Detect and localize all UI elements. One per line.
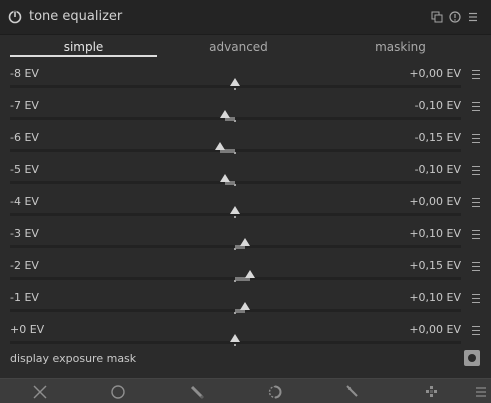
- slider-thumb[interactable]: [219, 173, 231, 183]
- menu-icon[interactable]: [467, 11, 479, 23]
- slider-menu-icon[interactable]: [472, 198, 480, 207]
- slider-thumb[interactable]: [239, 237, 251, 247]
- slider-value: +0,10 EV: [409, 291, 461, 304]
- slider-thumb[interactable]: [244, 269, 256, 279]
- drawing-icon[interactable]: [267, 384, 283, 400]
- presets-icon[interactable]: [431, 11, 443, 23]
- display-mask-toggle[interactable]: [464, 350, 480, 366]
- slider-value: -0,15 EV: [414, 131, 461, 144]
- bottom-toolbar: [0, 378, 491, 403]
- brush-icon[interactable]: [345, 384, 361, 400]
- slider-row: +0 EV +0,00 EV: [0, 323, 491, 355]
- slider-center-tick: [234, 280, 236, 282]
- slider-center-tick: [234, 184, 236, 186]
- module-header: tone equalizer: [0, 0, 491, 35]
- slider-row: -8 EV +0,00 EV: [0, 67, 491, 99]
- slider-label: -7 EV: [10, 99, 39, 112]
- slider-row: -3 EV +0,10 EV: [0, 227, 491, 259]
- slider-menu-icon[interactable]: [472, 230, 480, 239]
- slider-value: -0,10 EV: [414, 99, 461, 112]
- slider-menu-icon[interactable]: [472, 262, 480, 271]
- slider-menu-icon[interactable]: [472, 102, 480, 111]
- circle-icon[interactable]: [110, 384, 126, 400]
- slider-value: +0,10 EV: [409, 227, 461, 240]
- tab-masking[interactable]: masking: [327, 40, 474, 54]
- slider-thumb[interactable]: [229, 205, 241, 215]
- slider-row: -6 EV -0,15 EV: [0, 131, 491, 163]
- slider-row: -1 EV +0,10 EV: [0, 291, 491, 323]
- slider-thumb[interactable]: [239, 301, 251, 311]
- slider-center-tick: [234, 152, 236, 154]
- slider-value: -0,10 EV: [414, 163, 461, 176]
- slider-label: -5 EV: [10, 163, 39, 176]
- slider-center-tick: [234, 88, 236, 90]
- slider-menu-icon[interactable]: [472, 294, 480, 303]
- more-icon[interactable]: [473, 384, 489, 400]
- reset-icon[interactable]: [449, 11, 461, 23]
- slider-center-tick: [234, 216, 236, 218]
- pencil-icon[interactable]: [189, 384, 205, 400]
- slider-row: -4 EV +0,00 EV: [0, 195, 491, 227]
- slider-menu-icon[interactable]: [472, 166, 480, 175]
- slider-row: -7 EV -0,10 EV: [0, 99, 491, 131]
- slider-center-tick: [234, 248, 236, 250]
- slider-thumb[interactable]: [219, 109, 231, 119]
- header-icons: [431, 11, 479, 23]
- display-mask-row: display exposure mask: [0, 350, 491, 372]
- pattern-icon[interactable]: [424, 384, 440, 400]
- slider-menu-icon[interactable]: [472, 70, 480, 79]
- slider-label: -1 EV: [10, 291, 39, 304]
- close-icon[interactable]: [32, 384, 48, 400]
- slider-menu-icon[interactable]: [472, 134, 480, 143]
- slider-center-tick: [234, 120, 236, 122]
- slider-value: +0,00 EV: [409, 195, 461, 208]
- display-mask-label: display exposure mask: [10, 352, 137, 365]
- slider-value: +0,00 EV: [409, 323, 461, 336]
- slider-thumb[interactable]: [214, 141, 226, 151]
- tab-advanced[interactable]: advanced: [165, 40, 312, 54]
- slider-value: +0,15 EV: [409, 259, 461, 272]
- slider-row: -2 EV +0,15 EV: [0, 259, 491, 291]
- slider-thumb[interactable]: [229, 333, 241, 343]
- slider-label: -4 EV: [10, 195, 39, 208]
- tab-simple[interactable]: simple: [10, 40, 157, 54]
- slider-menu-icon[interactable]: [472, 326, 480, 335]
- slider-row: -5 EV -0,10 EV: [0, 163, 491, 195]
- slider-label: -8 EV: [10, 67, 39, 80]
- slider-label: -3 EV: [10, 227, 39, 240]
- slider-label: +0 EV: [10, 323, 45, 336]
- module-title: tone equalizer: [29, 9, 123, 24]
- slider-thumb[interactable]: [229, 77, 241, 87]
- slider-label: -2 EV: [10, 259, 39, 272]
- power-icon[interactable]: [8, 10, 22, 24]
- slider-center-tick: [234, 312, 236, 314]
- slider-center-tick: [234, 344, 236, 346]
- active-tab-indicator: [10, 55, 157, 57]
- slider-value: +0,00 EV: [409, 67, 461, 80]
- slider-label: -6 EV: [10, 131, 39, 144]
